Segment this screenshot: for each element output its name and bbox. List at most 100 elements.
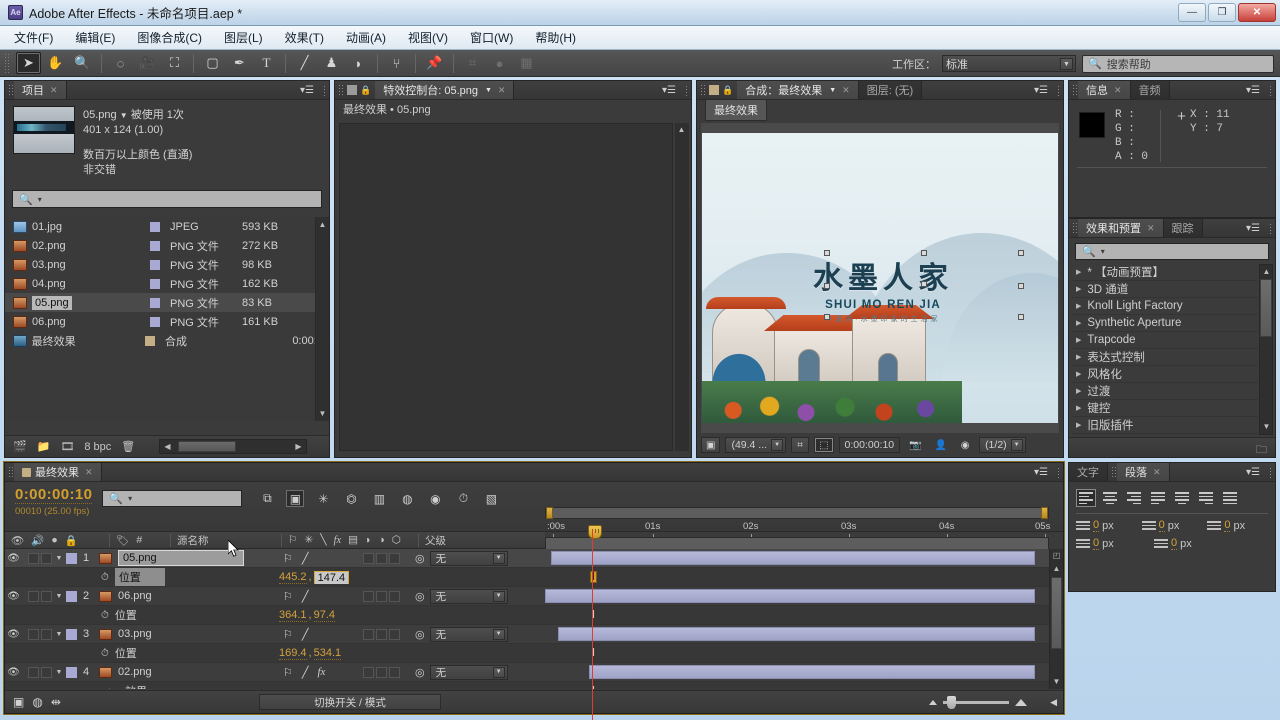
indent-first-line-value[interactable]: 0	[1224, 519, 1231, 532]
table-row[interactable]: 06.png PNG 文件 161 KB	[5, 312, 329, 331]
project-vertical-scrollbar[interactable]: ▲ ▼	[315, 217, 329, 421]
layer-parent[interactable]: ◎ 无 ▼	[415, 550, 508, 566]
layer-parent[interactable]: ◎ 无 ▼	[415, 588, 508, 604]
justify-last-center-button[interactable]	[1172, 489, 1192, 507]
layer-parent[interactable]: ◎ 无 ▼	[415, 664, 508, 680]
stopwatch-icon[interactable]: ⏱	[101, 610, 109, 621]
mask-view-icon[interactable]: ⬚	[814, 437, 834, 453]
table-row[interactable]: ⏱ 位置 445.2 , 147.4 Ⅰ	[5, 568, 1049, 587]
comp-panel-grip[interactable]	[700, 84, 706, 96]
layer-bar[interactable]	[551, 550, 1035, 565]
scrollbar-thumb[interactable]	[1051, 577, 1062, 649]
layer-name[interactable]: 03.png	[118, 628, 152, 640]
property-label[interactable]: 位置	[115, 645, 137, 661]
camera-tool-icon[interactable]: 🎥	[135, 52, 160, 74]
list-item[interactable]: ▶ * 【动画预置】	[1072, 264, 1258, 281]
in-out-panel-icon[interactable]: ⇹	[51, 695, 61, 709]
zoom-slider[interactable]	[943, 695, 1009, 709]
table-row[interactable]: 👁 ▼ 4 02.png ⚐ ╱ fx ◎ 无 ▼	[5, 663, 1049, 682]
list-item[interactable]: ▶ 过渡	[1072, 383, 1258, 400]
label-swatch[interactable]	[150, 297, 160, 308]
selection-handle[interactable]	[824, 314, 830, 320]
rotation-tool-icon[interactable]: ◌	[108, 52, 133, 74]
table-row[interactable]: ▶ 效果 Ⅰ	[5, 682, 1049, 689]
menu-help[interactable]: 帮助(H)	[533, 27, 578, 48]
current-time-value[interactable]: 0:00:00:10	[15, 486, 93, 504]
column-parent[interactable]: 父级	[425, 533, 446, 548]
adjustment-layer-icon[interactable]: ◑	[378, 534, 384, 546]
tab-info[interactable]: 信息 ✕	[1078, 81, 1131, 99]
type-tool-icon[interactable]: T	[254, 52, 279, 74]
audio-icon[interactable]: 🔊	[31, 534, 44, 547]
parent-select[interactable]: 无 ▼	[429, 550, 508, 566]
effects-icon[interactable]: fx	[334, 535, 342, 546]
layer-row-left[interactable]: 👁 ▼ 1 05.png ⚐ ╱ ◎ 无 ▼	[5, 549, 545, 568]
composition-canvas[interactable]: 水墨人家 SHUI MO REN JIA 中国风·水墨印象的生活家	[702, 133, 1058, 423]
parent-pickwhip-icon[interactable]: ◎	[415, 666, 425, 679]
project-search-input[interactable]: 🔍 ▾	[12, 190, 322, 208]
label-swatch[interactable]	[66, 552, 77, 564]
toolbar-grip[interactable]	[4, 53, 11, 73]
resolution-select[interactable]: (1/2) ▼	[979, 437, 1026, 453]
label-swatch[interactable]	[150, 221, 160, 232]
list-item[interactable]: ▶ Synthetic Aperture	[1072, 315, 1258, 332]
property-name-group[interactable]: ⏱ 位置	[101, 607, 137, 623]
transfer-controls-icon[interactable]: ◍	[32, 695, 42, 709]
space-after-field[interactable]: 0 px	[1154, 537, 1216, 550]
panel-grip-right[interactable]	[323, 85, 327, 96]
minimize-button[interactable]: —	[1178, 3, 1206, 22]
close-icon[interactable]: ✕	[1147, 223, 1155, 234]
label-icon[interactable]: 🏷	[116, 534, 129, 547]
panel-menu-icon[interactable]: ▾☰	[1033, 466, 1049, 479]
scroll-up-icon[interactable]: ▲	[1050, 562, 1063, 575]
effects-icon[interactable]: fx	[318, 666, 326, 678]
brush-tool-icon[interactable]: ╱	[292, 52, 317, 74]
close-icon[interactable]: ✕	[498, 85, 506, 96]
effect-panel-grip[interactable]	[338, 84, 344, 96]
eye-icon[interactable]: 👁	[5, 667, 22, 678]
layer-row-left[interactable]: 👁 ▼ 4 02.png ⚐ ╱ fx ◎ 无 ▼	[5, 663, 545, 682]
chevron-right-icon[interactable]: ▶	[1076, 370, 1081, 378]
stopwatch-icon[interactable]: ⏱	[101, 648, 109, 659]
chevron-down-icon[interactable]: ▼	[829, 87, 836, 94]
table-row[interactable]: 03.png PNG 文件 98 KB	[5, 255, 329, 274]
help-search-input[interactable]: 🔍 搜索帮助	[1082, 54, 1274, 73]
layer-name[interactable]: 06.png	[118, 590, 152, 602]
layer-switch-boxes[interactable]	[363, 666, 400, 678]
menu-composition[interactable]: 图像合成(C)	[135, 27, 204, 48]
comp-flowchart-icon[interactable]: ◰	[1050, 549, 1063, 562]
composition-viewer[interactable]: 水墨人家 SHUI MO REN JIA 中国风·水墨印象的生活家	[701, 123, 1059, 433]
close-icon[interactable]: ✕	[50, 85, 58, 96]
lock-icon[interactable]: 🔒	[722, 85, 733, 96]
label-swatch[interactable]	[145, 335, 156, 346]
menu-animation[interactable]: 动画(A)	[344, 27, 388, 48]
show-snapshot-icon[interactable]: 👤	[931, 437, 951, 453]
current-time-display[interactable]: 0:00:00:10	[838, 437, 901, 453]
tab-audio[interactable]: 音频	[1130, 81, 1170, 99]
work-area-start-handle[interactable]	[546, 507, 553, 519]
hand-tool-icon[interactable]: ✋	[43, 52, 68, 74]
timeline-ruler[interactable]: :00s 01s 02s 03s 04s 05s	[545, 501, 1063, 551]
layer-track[interactable]	[545, 549, 1049, 568]
indent-right-field[interactable]: 0 px	[1141, 519, 1204, 532]
zoom-in-icon[interactable]	[1015, 698, 1027, 706]
tab-composition[interactable]: 合成：最终效果 ▼ ✕	[737, 81, 859, 99]
new-footage-icon[interactable]: 🎞	[60, 440, 74, 453]
layer-name[interactable]: 02.png	[118, 666, 152, 678]
scrollbar-thumb[interactable]	[178, 441, 236, 452]
scrollbar-thumb[interactable]	[1260, 279, 1272, 337]
property-track[interactable]: Ⅰ	[545, 568, 1049, 587]
chevron-down-icon[interactable]: ▼	[485, 87, 492, 94]
new-folder-icon[interactable]: 🗀	[1256, 441, 1267, 460]
layer-bar[interactable]	[545, 588, 1035, 603]
indent-first-line-field[interactable]: 0 px	[1207, 519, 1269, 532]
selection-handle[interactable]	[1018, 314, 1024, 320]
panel-grip-right[interactable]	[1269, 467, 1273, 478]
scroll-up-icon[interactable]: ▲	[1260, 265, 1273, 278]
layer-toggles[interactable]	[28, 628, 52, 640]
motion-blur-icon[interactable]: ◗	[365, 534, 371, 546]
draft-3d-icon[interactable]: ▣	[286, 490, 305, 507]
selection-handle[interactable]	[1018, 250, 1024, 256]
chevron-right-icon[interactable]: ▶	[1076, 387, 1081, 395]
list-item[interactable]: ▶ 键控	[1072, 400, 1258, 417]
